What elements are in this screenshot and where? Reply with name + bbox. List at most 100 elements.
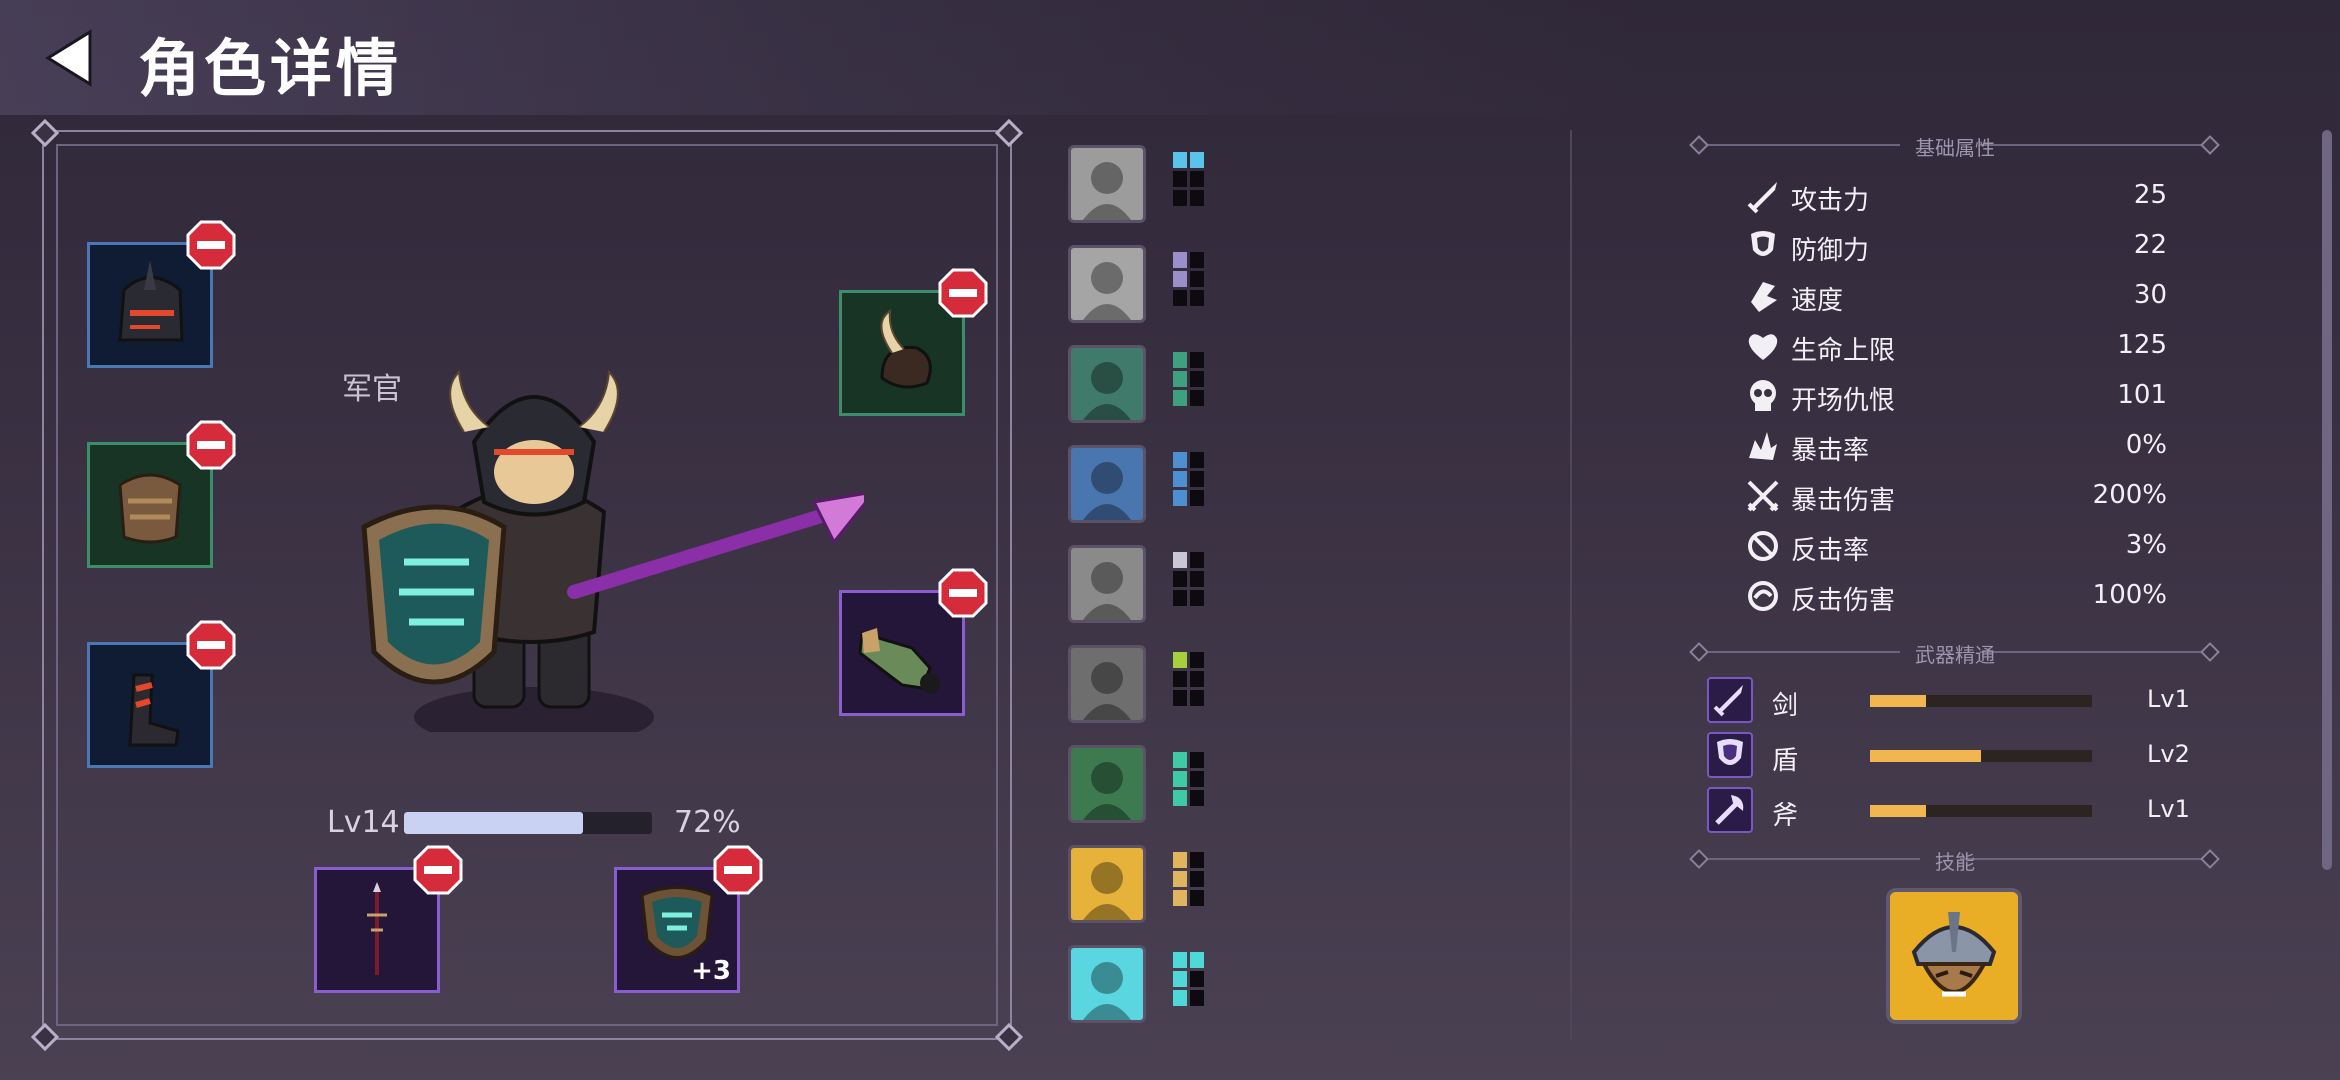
stat-value: 3% [2125,530,2167,560]
tier-pip [1190,290,1204,306]
unequip-shoulder-button[interactable] [938,268,988,318]
stat-label: 防御力 [1791,236,1870,266]
tier-pip [1173,590,1187,606]
stat-label: 攻击力 [1791,186,1870,216]
stat-label: 速度 [1791,286,1844,316]
mastery-progress-bar [1870,805,2092,817]
roster-portrait[interactable] [1068,545,1146,623]
unequip-boots-button[interactable] [186,620,236,670]
xp-bar [404,812,652,834]
tier-pip [1173,490,1187,506]
xp-percent: 72% [674,805,741,840]
stat-value: 200% [2092,480,2167,510]
tier-pip [1173,790,1187,806]
roster-tier-pips [1173,652,1204,706]
roster-tier-pips [1173,552,1204,606]
roster-portrait[interactable] [1068,145,1146,223]
axe-icon [1715,795,1744,825]
tier-pip [1173,852,1187,868]
roster-portrait[interactable] [1068,245,1146,323]
stat-value: 101 [2117,380,2167,410]
counter-damage-icon [1748,581,1778,611]
sword-icon [1713,685,1743,717]
remove-icon [413,845,463,895]
mastery-level: Lv2 [2147,740,2190,768]
tier-pip [1173,352,1187,368]
stat-label: 暴击伤害 [1791,486,1896,516]
tier-pip [1190,790,1204,806]
stat-label: 反击伤害 [1791,586,1896,616]
tier-pip [1190,152,1204,168]
tier-pip [1173,871,1187,887]
crit-burst-icon [1749,432,1777,460]
unequip-weapon-button[interactable] [413,845,463,895]
unequip-helmet-button[interactable] [186,220,236,270]
tier-pip [1173,571,1187,587]
mastery-row: 剑 Lv1 [1707,677,2190,727]
roster-portrait[interactable] [1068,945,1146,1023]
tier-pip [1190,690,1204,706]
portrait-grey-warrior [1083,162,1131,220]
tier-pip [1190,252,1204,268]
tier-pip [1173,371,1187,387]
tier-pip [1173,452,1187,468]
stat-row: 反击伤害 100% [1745,576,2167,616]
portrait-blue-fighter [1083,462,1131,520]
tier-pip [1190,371,1204,387]
mastery-progress-bar [1870,695,2092,707]
stat-value: 25 [2133,180,2167,210]
heart-icon [1748,334,1778,360]
tier-pip [1173,890,1187,906]
tier-pip [1173,652,1187,668]
tier-pip [1173,271,1187,287]
mastery-label: 盾 [1772,746,1799,776]
unequip-gloves-button[interactable] [938,568,988,618]
portrait-yellow-hand [1083,862,1131,920]
stat-value: 125 [2117,330,2167,360]
roster-tier-pips [1173,152,1204,206]
tier-pip [1190,871,1204,887]
roster-portrait[interactable] [1068,845,1146,923]
mastery-level: Lv1 [2147,795,2190,823]
tier-pip [1190,752,1204,768]
roster-portrait[interactable] [1068,445,1146,523]
tier-pip [1190,452,1204,468]
roster-portrait[interactable] [1068,745,1146,823]
stat-label: 反击率 [1791,536,1870,566]
tier-pip [1190,390,1204,406]
skill-slot[interactable] [1886,888,2022,1024]
stat-value: 0% [2125,430,2167,460]
tier-pip [1190,490,1204,506]
tier-pip [1173,190,1187,206]
counter-icon [1748,531,1778,561]
stat-row: 暴击率 0% [1745,426,2167,466]
tier-pip [1173,171,1187,187]
stat-label: 暴击率 [1791,436,1870,466]
stat-label: 开场仇恨 [1791,386,1896,416]
back-button[interactable] [40,28,100,88]
tier-pip [1173,771,1187,787]
tier-pip [1190,952,1204,968]
tier-pip [1173,252,1187,268]
tier-pip [1190,590,1204,606]
back-arrow-icon [45,29,92,87]
tier-pip [1173,152,1187,168]
helmeted-soldier-skill-icon [1890,892,2018,1020]
boot-speed-icon [1751,282,1777,312]
stat-row: 攻击力 25 [1745,176,2167,216]
tier-pip [1190,352,1204,368]
mastery-icon-frame [1707,732,1753,778]
unequip-shield-button[interactable] [713,845,763,895]
tier-pip [1173,552,1187,568]
stats-section-title: 基础属性 [1915,136,1995,160]
roster-portrait[interactable] [1068,345,1146,423]
stat-row: 反击率 3% [1745,526,2167,566]
tier-pip [1173,390,1187,406]
tier-pip [1173,752,1187,768]
roster-portrait[interactable] [1068,645,1146,723]
stats-scrollbar[interactable] [2322,130,2332,870]
roster-tier-pips [1173,752,1204,806]
unequip-body-armor-button[interactable] [186,420,236,470]
portrait-grey-axe [1083,562,1131,620]
stat-row: 开场仇恨 101 [1745,376,2167,416]
